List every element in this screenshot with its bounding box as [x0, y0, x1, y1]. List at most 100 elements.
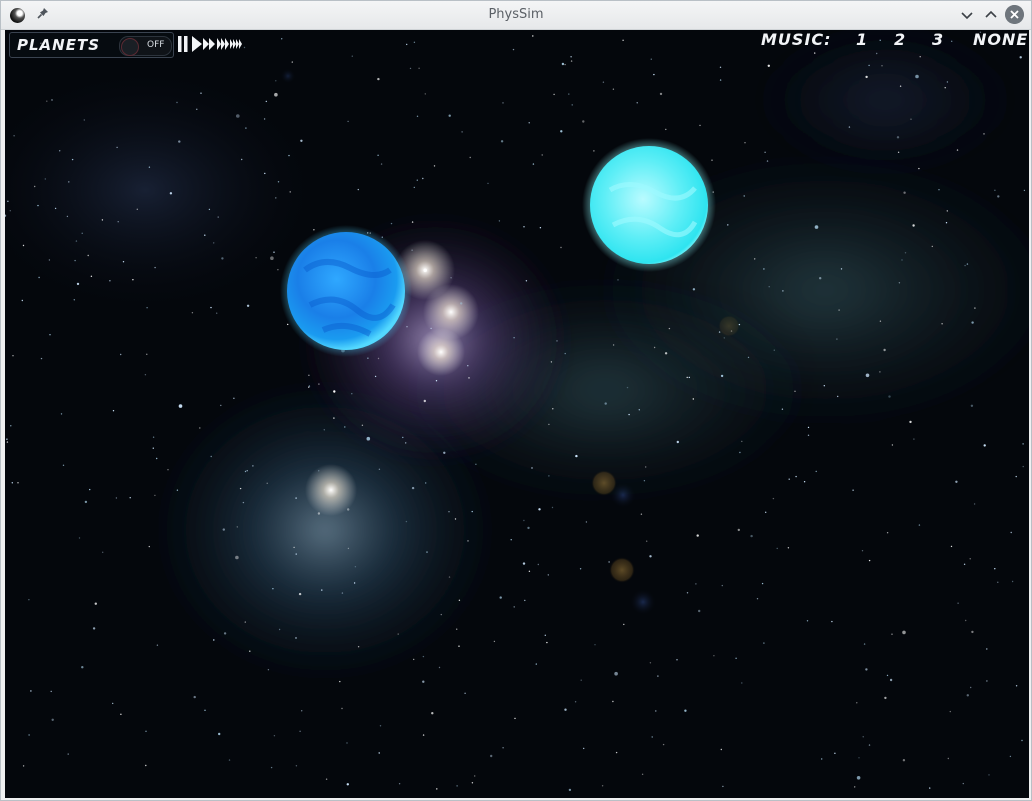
star	[657, 675, 659, 677]
star	[781, 408, 784, 410]
star	[120, 713, 122, 715]
star	[966, 263, 969, 265]
star	[299, 730, 301, 732]
planets-toggle[interactable]: OFF	[119, 36, 172, 56]
fast-forward-2x-icon[interactable]	[202, 33, 217, 55]
star	[994, 189, 996, 191]
star	[468, 377, 470, 379]
star	[970, 404, 974, 407]
planet-cyan[interactable]	[582, 138, 716, 272]
star	[651, 736, 653, 738]
star	[7, 200, 9, 202]
star	[435, 380, 438, 382]
music-option-1[interactable]: 1	[856, 30, 868, 49]
star	[291, 61, 293, 63]
music-option-2[interactable]: 2	[894, 30, 906, 49]
close-icon[interactable]	[1005, 5, 1024, 24]
star	[646, 540, 648, 542]
star	[523, 226, 525, 228]
star	[902, 759, 906, 762]
star	[856, 702, 858, 704]
star	[176, 489, 179, 491]
star	[38, 276, 40, 279]
star	[1009, 755, 1012, 758]
star	[548, 423, 550, 426]
star	[676, 440, 679, 444]
star	[772, 497, 775, 500]
star	[513, 606, 515, 608]
pause-icon[interactable]	[177, 33, 190, 55]
star	[115, 497, 118, 499]
music-option-none[interactable]: NONE	[973, 30, 1028, 49]
fast-forward-4x-icon[interactable]	[229, 33, 244, 55]
star	[886, 674, 889, 677]
star	[583, 747, 585, 750]
star	[81, 232, 83, 234]
star	[650, 58, 652, 60]
maximize-icon[interactable]	[982, 6, 1000, 24]
star	[277, 181, 280, 183]
star	[272, 588, 274, 590]
star	[145, 764, 147, 767]
star	[136, 208, 138, 210]
star	[1022, 443, 1024, 445]
star	[837, 395, 839, 398]
star	[994, 568, 996, 570]
star	[341, 592, 344, 594]
star	[223, 632, 227, 635]
minimize-icon[interactable]	[958, 6, 976, 24]
star	[60, 413, 63, 415]
star	[946, 81, 949, 83]
star	[295, 637, 297, 639]
star	[946, 210, 948, 212]
star	[947, 757, 949, 760]
star	[167, 469, 169, 471]
star	[500, 140, 504, 143]
music-option-3[interactable]: 3	[932, 30, 944, 49]
star	[686, 376, 688, 379]
planet-blue[interactable]	[280, 225, 412, 357]
star	[834, 752, 836, 754]
star	[522, 562, 526, 565]
star	[888, 395, 891, 398]
star	[502, 747, 504, 749]
star	[418, 67, 420, 69]
star	[409, 67, 412, 70]
star	[721, 584, 723, 587]
star	[640, 513, 643, 515]
star	[664, 352, 668, 355]
star	[963, 563, 966, 565]
star	[406, 43, 408, 46]
star	[803, 481, 806, 483]
star	[204, 234, 206, 236]
star	[210, 306, 212, 309]
star	[570, 60, 573, 62]
star	[806, 620, 809, 622]
star	[318, 470, 320, 472]
star	[997, 581, 999, 583]
star	[541, 154, 543, 156]
star	[199, 427, 201, 429]
star	[502, 102, 504, 104]
star	[490, 754, 493, 758]
star	[546, 641, 548, 644]
star	[377, 357, 380, 360]
star	[970, 686, 972, 689]
star	[915, 74, 919, 79]
star	[295, 765, 298, 767]
star	[897, 151, 900, 153]
star	[754, 258, 756, 260]
star	[467, 540, 469, 542]
star	[807, 426, 810, 429]
star	[367, 357, 369, 359]
title-bar[interactable]: PhysSim	[1, 1, 1031, 30]
star	[22, 765, 25, 767]
star	[288, 154, 290, 157]
star	[62, 464, 65, 466]
star	[556, 340, 558, 342]
star	[220, 404, 222, 407]
star	[643, 480, 646, 482]
star	[92, 627, 96, 630]
star	[568, 93, 570, 95]
simulation-canvas[interactable]: PLANETS OFF MUSIC: 1 2 3 NONE	[5, 30, 1029, 798]
